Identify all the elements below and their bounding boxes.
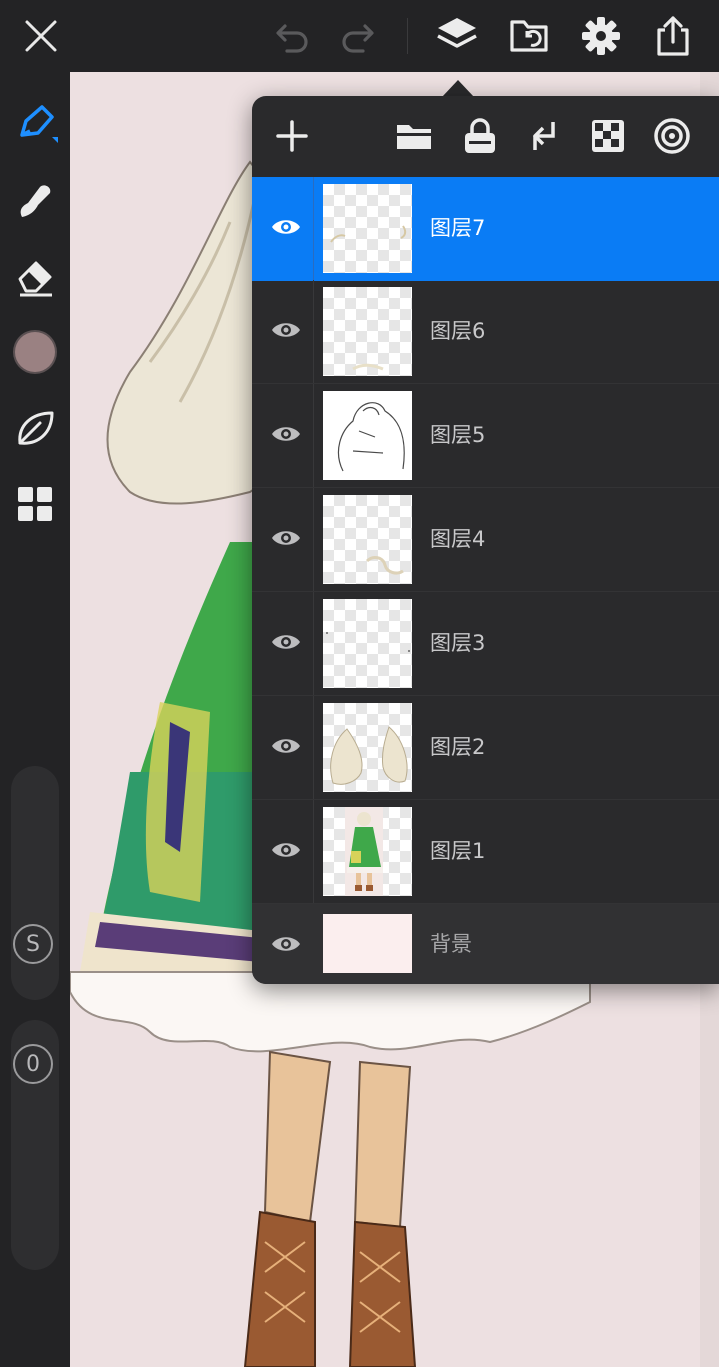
layer-thumbnail [323,807,412,896]
background-layer-row[interactable]: 背景 [252,904,719,984]
undo-icon[interactable] [267,10,319,62]
share-export-icon[interactable] [647,10,699,62]
layer-row[interactable]: 图层6 [252,280,719,384]
layers-panel: 图层7 图层6 图层5 图层4 图层3 图层2 图层1 背景 [252,96,719,984]
background-color-thumbnail [323,914,412,973]
toolbar-divider [407,18,408,54]
alpha-lock-icon[interactable] [582,110,634,162]
row-divider [313,384,314,487]
layer-thumbnail [323,391,412,480]
eraser-icon[interactable] [9,250,61,302]
layer-name: 图层6 [430,319,486,343]
redo-icon[interactable] [331,10,383,62]
panel-pointer [442,80,474,97]
visibility-eye-icon[interactable] [260,304,312,356]
close-icon[interactable] [15,10,67,62]
layer-name: 背景 [430,932,472,956]
brush-size-slider[interactable]: S [11,766,59,1000]
layer-row[interactable]: 图层5 [252,384,719,488]
layer-row[interactable]: 图层1 [252,800,719,904]
gallery-import-icon[interactable] [503,10,555,62]
visibility-eye-icon[interactable] [260,201,312,253]
layer-name: 图层5 [430,423,486,447]
row-divider [313,177,314,280]
settings-gear-icon[interactable] [575,10,627,62]
layer-name: 图层3 [430,631,486,655]
row-divider [313,696,314,799]
layer-thumbnail [323,287,412,376]
visibility-eye-icon[interactable] [260,408,312,460]
layer-row[interactable]: 图层2 [252,696,719,800]
visibility-eye-icon[interactable] [260,720,312,772]
leaf-stabilizer-icon[interactable] [9,402,61,454]
row-divider [313,488,314,591]
layer-name: 图层1 [430,839,486,863]
layer-thumbnail [323,184,412,273]
row-divider [313,592,314,695]
brush-pen-icon[interactable] [9,98,61,150]
grid-tools-icon[interactable] [9,478,61,530]
smudge-icon[interactable] [9,174,61,226]
layer-row[interactable]: 图层7 [252,177,719,281]
target-icon[interactable] [646,110,698,162]
add-layer-icon[interactable] [266,110,318,162]
layer-row[interactable]: 图层3 [252,592,719,696]
size-slider-handle[interactable]: S [13,924,53,964]
current-color-dot [15,332,55,372]
row-divider [313,800,314,903]
row-divider [313,280,314,383]
lock-icon[interactable] [454,110,506,162]
layer-thumbnail [323,703,412,792]
visibility-eye-icon[interactable] [260,918,312,970]
layer-row[interactable]: 图层4 [252,488,719,592]
layers-panel-toolbar [252,96,719,177]
color-swatch[interactable] [9,326,61,378]
layers-icon[interactable] [431,10,483,62]
folder-icon[interactable] [388,110,440,162]
top-toolbar [0,0,719,72]
layer-name: 图层7 [430,216,486,240]
layer-thumbnail [323,495,412,584]
layer-name: 图层2 [430,735,486,759]
visibility-eye-icon[interactable] [260,512,312,564]
brush-opacity-slider[interactable]: 0 [11,1020,59,1270]
visibility-eye-icon[interactable] [260,824,312,876]
layer-thumbnail [323,599,412,688]
merge-down-icon[interactable] [518,110,570,162]
opacity-slider-handle[interactable]: 0 [13,1044,53,1084]
visibility-eye-icon[interactable] [260,616,312,668]
layer-name: 图层4 [430,527,486,551]
left-toolbar: S 0 [0,72,70,1367]
